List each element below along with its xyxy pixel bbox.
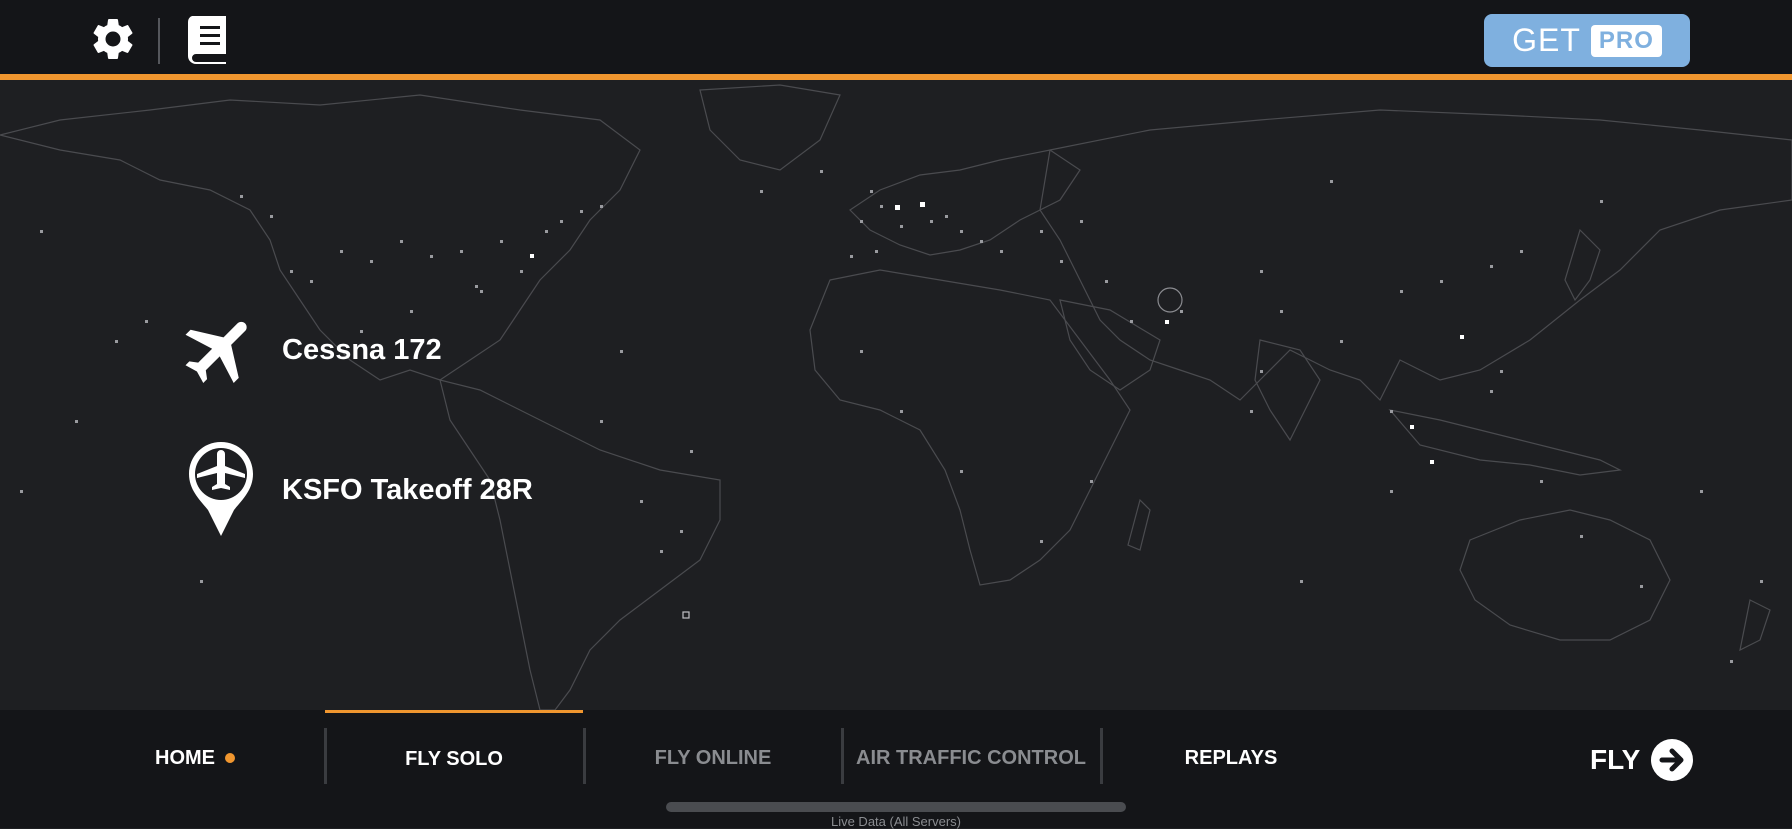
airplane-icon [176, 300, 266, 400]
fly-button-label: FLY [1590, 744, 1641, 775]
tab-replays[interactable]: REPLAYS [1102, 710, 1360, 806]
airport-label: KSFO Takeoff 28R [282, 473, 533, 506]
selected-airport[interactable]: KSFO Takeoff 28R [176, 440, 533, 540]
live-data-label: Live Data (All Servers) [830, 814, 962, 829]
fly-button[interactable]: FLY [1590, 730, 1694, 790]
live-data-scrollbar[interactable] [666, 802, 1126, 812]
airport-pin-icon [176, 440, 266, 540]
book-icon [187, 16, 226, 64]
settings-button[interactable] [88, 14, 138, 64]
tab-fly-solo-label: FLY SOLO [405, 748, 503, 770]
tab-home[interactable]: HOME [66, 710, 324, 806]
notification-dot [225, 753, 235, 763]
tab-replays-label: REPLAYS [1184, 746, 1278, 769]
gear-icon [93, 18, 133, 59]
tab-air-traffic-control[interactable]: AIR TRAFFIC CONTROL [842, 710, 1100, 806]
pro-badge: PRO [1590, 24, 1662, 57]
tab-atc-label: AIR TRAFFIC CONTROL [856, 746, 1086, 769]
aircraft-label: Cessna 172 [282, 333, 442, 366]
tab-fly-online-label: FLY ONLINE [654, 746, 772, 769]
tab-fly-online[interactable]: FLY ONLINE [584, 710, 842, 806]
tab-home-label: HOME [155, 746, 215, 769]
manual-button[interactable] [186, 14, 230, 64]
selected-aircraft[interactable]: Cessna 172 [176, 300, 442, 400]
bottom-nav: HOME FLY SOLO FLY ONLINE AIR TRAFFIC CON… [0, 710, 1792, 829]
tab-fly-solo[interactable]: FLY SOLO [325, 710, 583, 806]
header-divider [158, 18, 160, 64]
get-pro-button[interactable]: GET PRO [1484, 14, 1690, 67]
top-bar: GET PRO [0, 0, 1792, 80]
get-pro-label: GET [1512, 22, 1581, 58]
arrow-right-circle-icon [1651, 739, 1694, 781]
